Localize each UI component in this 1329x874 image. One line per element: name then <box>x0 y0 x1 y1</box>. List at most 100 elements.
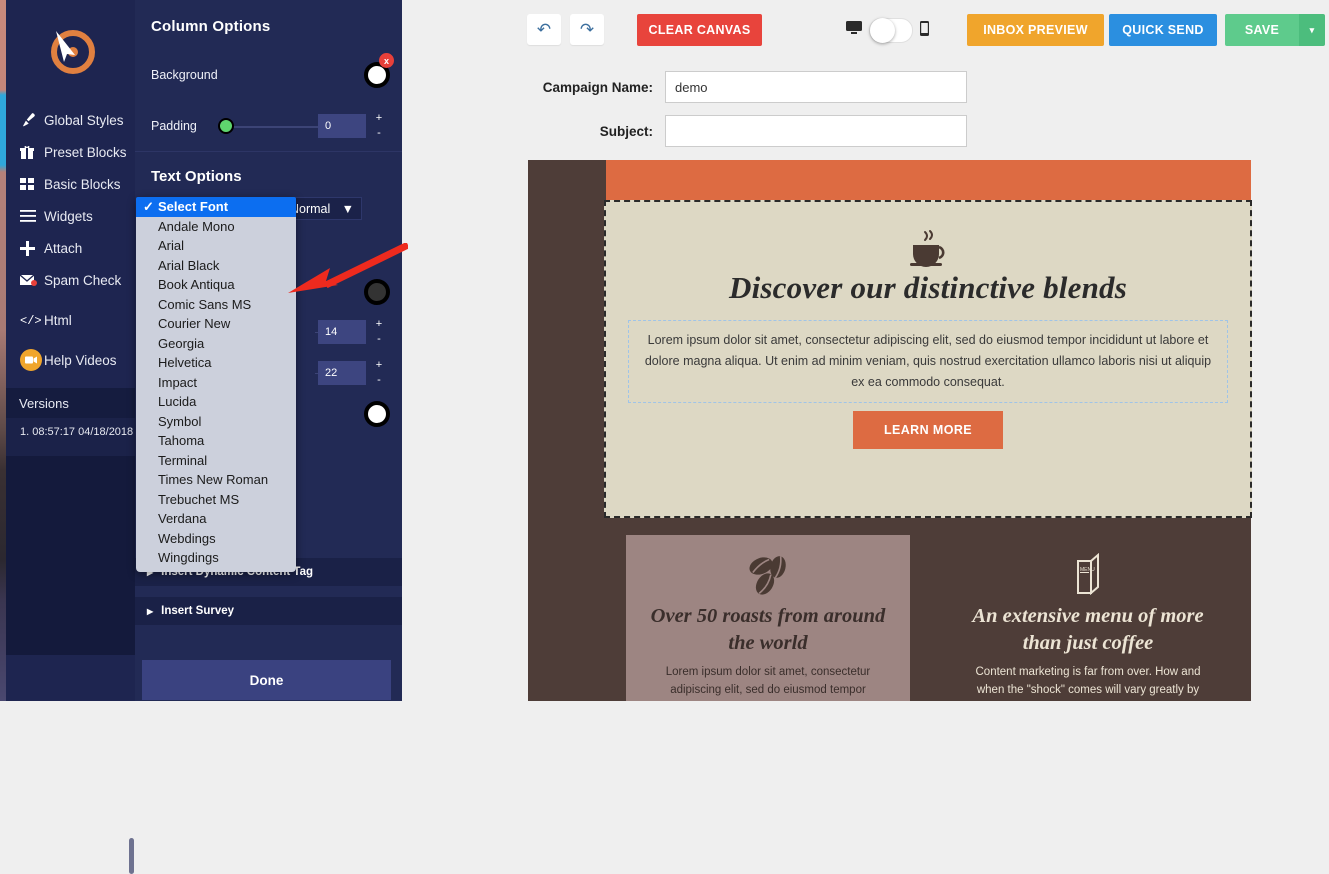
padding-option-row: Padding 0 + - <box>135 101 402 151</box>
font-option[interactable]: Impact <box>136 373 296 393</box>
text-options-title: Text Options <box>135 152 402 197</box>
sidebar-item-preset-blocks[interactable]: Preset Blocks <box>6 136 135 168</box>
version-item[interactable]: 1. 08:57:17 04/18/2018 <box>6 418 135 438</box>
padding-decrement[interactable]: - <box>368 128 390 139</box>
sidebar-item-label: Attach <box>44 240 83 256</box>
subject-label: Subject: <box>599 123 653 139</box>
mobile-icon[interactable] <box>920 20 929 41</box>
versions-list: 1. 08:57:17 04/18/2018 <box>6 418 135 874</box>
device-preview-toggle[interactable] <box>846 18 929 43</box>
feature-card-menu[interactable]: MENU An extensive menu of more than just… <box>946 535 1230 701</box>
background-label: Background <box>151 68 218 82</box>
font-option[interactable]: Terminal <box>136 451 296 471</box>
subject-input[interactable] <box>665 115 967 147</box>
desktop-icon[interactable] <box>846 21 862 40</box>
font-option[interactable]: Symbol <box>136 412 296 432</box>
target-cursor-logo <box>42 21 100 79</box>
insert-survey-label: Insert Survey <box>161 605 235 617</box>
font-option[interactable]: Select Font <box>136 197 296 217</box>
font-option[interactable]: Book Antiqua <box>136 275 296 295</box>
sidebar-item-widgets[interactable]: Widgets <box>6 200 135 232</box>
font-size-increment[interactable]: + <box>368 319 390 330</box>
card-heading: An extensive menu of more than just coff… <box>972 605 1204 654</box>
font-option[interactable]: Comic Sans MS <box>136 295 296 315</box>
feature-cards: Over 50 roasts from around the world Lor… <box>528 535 1251 701</box>
versions-header-label: Versions <box>19 395 69 411</box>
padding-label: Padding <box>151 119 197 133</box>
font-option[interactable]: Webdings <box>136 529 296 549</box>
line-height-increment[interactable]: + <box>368 360 390 371</box>
sidebar-item-label: Global Styles <box>44 112 124 128</box>
insert-survey-row[interactable]: ▶ Insert Survey <box>135 597 402 625</box>
redo-button[interactable]: ↷ <box>570 14 604 45</box>
save-dropdown-button[interactable]: ▾ <box>1299 14 1325 46</box>
app-root: Global Styles Preset Blocks Basic Blocks… <box>0 0 1329 874</box>
save-button[interactable]: SAVE <box>1225 14 1299 46</box>
inbox-preview-button[interactable]: INBOX PREVIEW <box>967 14 1104 46</box>
line-height-stepper[interactable]: + - <box>368 360 390 386</box>
font-option[interactable]: Verdana <box>136 509 296 529</box>
video-camera-icon <box>20 348 44 372</box>
font-size-decrement[interactable]: - <box>368 334 390 345</box>
undo-button[interactable]: ↶ <box>527 14 561 45</box>
font-select-dropdown[interactable]: Select FontAndale MonoArialArial BlackBo… <box>136 197 296 572</box>
hero-top-band <box>606 160 1251 200</box>
card-paragraph: Content marketing is far from over. How … <box>975 666 1201 696</box>
subject-row: Subject: <box>510 115 967 147</box>
line-height-value[interactable]: 22 <box>318 361 366 385</box>
font-option[interactable]: Wingdings <box>136 548 296 568</box>
sidebar-item-attach[interactable]: Attach <box>6 232 135 264</box>
quick-send-button[interactable]: QUICK SEND <box>1109 14 1217 46</box>
font-size-stepper[interactable]: + - <box>368 319 390 345</box>
padding-slider-track[interactable] <box>221 126 322 128</box>
sidebar-item-spam-check[interactable]: Spam Check <box>6 264 135 296</box>
sidebar-item-basic-blocks[interactable]: Basic Blocks <box>6 168 135 200</box>
sidebar-item-html[interactable]: </> Html <box>6 304 135 336</box>
versions-scrollbar[interactable] <box>129 838 134 874</box>
padding-slider-knob[interactable] <box>218 118 234 134</box>
toggle-knob[interactable] <box>870 18 895 43</box>
padding-increment[interactable]: + <box>368 113 390 124</box>
font-option[interactable]: Georgia <box>136 334 296 354</box>
font-weight-value: Normal <box>290 201 331 216</box>
envelope-icon <box>20 274 44 286</box>
text-color-swatch[interactable] <box>364 279 390 305</box>
feature-card-roasts[interactable]: Over 50 roasts from around the world Lor… <box>626 535 910 701</box>
versions-header[interactable]: Versions <box>6 388 135 418</box>
hero-block[interactable]: Discover our distinctive blends Lorem ip… <box>604 200 1252 518</box>
learn-more-button[interactable]: LEARN MORE <box>853 411 1003 449</box>
font-option[interactable]: Courier New <box>136 314 296 334</box>
gift-icon <box>20 145 44 160</box>
padding-stepper[interactable]: + - <box>368 113 390 139</box>
sidebar-item-help-videos[interactable]: Help Videos <box>6 344 135 376</box>
left-sidebar: Global Styles Preset Blocks Basic Blocks… <box>6 0 135 874</box>
line-height-decrement[interactable]: - <box>368 375 390 386</box>
coffee-beans-icon <box>745 553 791 602</box>
hero-paragraph[interactable]: Lorem ipsum dolor sit amet, consectetur … <box>628 320 1228 403</box>
padding-value[interactable]: 0 <box>318 114 366 138</box>
font-option[interactable]: Arial <box>136 236 296 256</box>
sidebar-item-global-styles[interactable]: Global Styles <box>6 104 135 136</box>
clear-canvas-button[interactable]: CLEAR CANVAS <box>637 14 762 46</box>
done-button[interactable]: Done <box>142 660 391 700</box>
undo-icon: ↶ <box>536 19 552 39</box>
font-option[interactable]: Arial Black <box>136 256 296 276</box>
font-size-value[interactable]: 14 <box>318 320 366 344</box>
background-option-row: Background x <box>135 49 402 101</box>
campaign-form: Campaign Name: Subject: <box>402 60 1329 160</box>
font-option[interactable]: Helvetica <box>136 353 296 373</box>
secondary-color-swatch[interactable] <box>364 401 390 427</box>
font-option[interactable]: Andale Mono <box>136 217 296 237</box>
font-option[interactable]: Trebuchet MS <box>136 490 296 510</box>
column-options-title: Column Options <box>151 18 271 35</box>
font-option[interactable]: Tahoma <box>136 431 296 451</box>
font-option[interactable]: Times New Roman <box>136 470 296 490</box>
campaign-name-input[interactable] <box>665 71 967 103</box>
app-logo[interactable] <box>6 0 135 100</box>
toggle-pill[interactable] <box>869 18 913 43</box>
font-option[interactable]: Lucida <box>136 392 296 412</box>
sidebar-item-label: Basic Blocks <box>44 176 121 192</box>
background-clear-button[interactable]: x <box>379 53 394 68</box>
